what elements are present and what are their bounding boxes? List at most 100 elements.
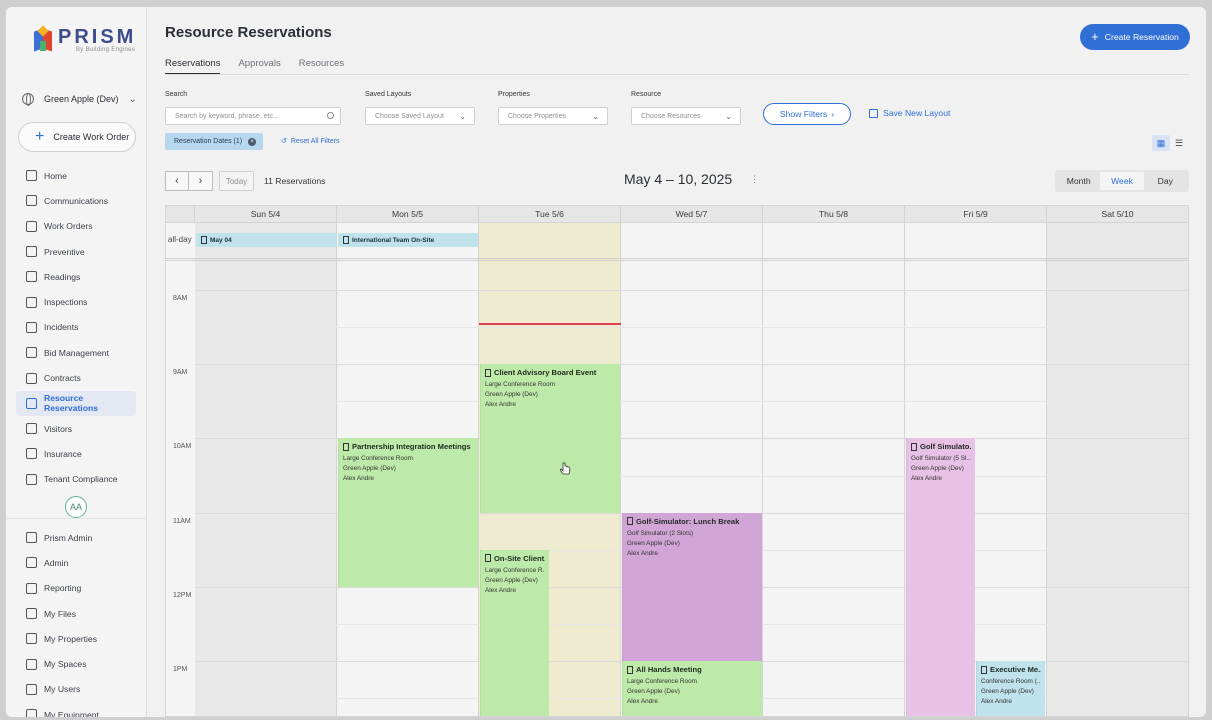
week-calendar: all-day Sun 5/4 Mon 5/5 Tue 5/6 Wed 5/7 Thu …	[165, 205, 1189, 717]
sidebar-item-home[interactable]: Home	[16, 163, 136, 188]
search-input[interactable]: Search by keyword, phrase, etc...	[165, 107, 341, 125]
sidebar-item-tenant-compliance[interactable]: Tenant Compliance	[16, 467, 136, 492]
home-icon	[26, 170, 37, 182]
day-column[interactable]	[763, 223, 905, 716]
tab-reservations[interactable]: Reservations	[165, 58, 221, 75]
sidebar-item-bid-management[interactable]: Bid Management	[16, 340, 136, 365]
page-title: Resource Reservations	[165, 24, 332, 41]
list-view-icon[interactable]: ☰	[1170, 135, 1188, 151]
chevron-left-icon[interactable]: ‹	[165, 171, 189, 191]
saved-layouts-select[interactable]: Choose Saved Layout ⌄	[365, 107, 475, 125]
building-icon	[343, 236, 349, 244]
property-selector[interactable]: Green Apple (Dev) ⌄	[22, 93, 137, 106]
search-icon	[327, 112, 334, 119]
search-label: Search	[165, 91, 188, 98]
day-column[interactable]	[1047, 223, 1188, 716]
tab-resources[interactable]: Resources	[299, 58, 344, 75]
day-view-button[interactable]: Day	[1144, 172, 1187, 190]
event-title-row: On-Site Client...	[485, 554, 545, 563]
calendar-view-icon[interactable]: ▦	[1152, 135, 1170, 151]
sidebar-item-insurance[interactable]: Insurance	[16, 441, 136, 466]
contract-icon	[26, 372, 37, 384]
close-icon[interactable]: ×	[248, 137, 257, 146]
sidebar-item-readings[interactable]: Readings	[16, 264, 136, 289]
sidebar-item-label: Bid Management	[44, 347, 109, 358]
properties-label: Properties	[498, 91, 530, 98]
sidebar-item-contracts[interactable]: Contracts	[16, 365, 136, 390]
create-reservation-label: Create Reservation	[1104, 32, 1179, 42]
properties-select[interactable]: Choose Properties ⌄	[498, 107, 608, 125]
sidebar-item-reporting[interactable]: Reporting	[16, 576, 136, 601]
event-property: Green Apple (Dev)	[343, 465, 396, 473]
save-new-layout-link[interactable]: Save New Layout	[869, 108, 950, 118]
sidebar-item-prism-admin[interactable]: Prism Admin	[16, 525, 136, 550]
sidebar-item-label: Resource Reservations	[44, 393, 98, 414]
reservation-event[interactable]: Golf Simulato... Golf Simulator (5 Sl... G…	[906, 438, 975, 716]
day-header: Mon 5/5	[337, 206, 479, 223]
building-icon	[485, 554, 491, 563]
create-work-order-label: Create Work Order	[53, 132, 130, 142]
brand-logo[interactable]: PRISM By Building Engines	[34, 25, 136, 53]
sidebar-item-my-files[interactable]: My Files	[16, 601, 136, 626]
calendar-corner	[166, 206, 195, 223]
event-title: International Team On-Site	[352, 236, 435, 244]
reservation-event[interactable]: Golf-Simulator: Lunch Break Golf Simulato…	[622, 512, 762, 661]
reservation-event[interactable]: Client Advisory Board Event Large Confere…	[480, 364, 620, 513]
tab-bar: Reservations Approvals Resources	[165, 58, 344, 75]
show-filters-button[interactable]: Show Filters ›	[763, 103, 851, 125]
building-icon	[981, 665, 987, 674]
sidebar-item-inspections[interactable]: Inspections	[16, 289, 136, 314]
reservation-dates-chip[interactable]: Reservation Dates (1) ×	[165, 133, 264, 150]
sidebar-item-label: My Spaces	[44, 659, 87, 670]
more-icon[interactable]: ⋮	[750, 174, 759, 185]
event-title-row: Partnership Integration Meetings	[343, 442, 474, 451]
reservation-event[interactable]: Executive Me... Conference Room (... Green…	[976, 661, 1045, 716]
week-view-button[interactable]: Week	[1100, 172, 1144, 190]
reservation-event[interactable]: On-Site Client... Large Conference R... Gr…	[480, 549, 549, 716]
all-day-event[interactable]: May 04	[196, 233, 336, 247]
sidebar-item-label: Admin	[44, 557, 69, 568]
day-column[interactable]	[195, 223, 337, 716]
saved-layouts-label: Saved Layouts	[365, 91, 412, 98]
building-icon	[627, 517, 633, 526]
sidebar-item-communications[interactable]: Communications	[16, 188, 136, 213]
sidebar-item-my-users[interactable]: My Users	[16, 677, 136, 702]
sidebar-item-admin[interactable]: Admin	[16, 550, 136, 575]
users-icon	[26, 683, 37, 695]
sidebar-item-incidents[interactable]: Incidents	[16, 315, 136, 340]
event-room: Large Conference Room	[485, 381, 555, 389]
sidebar-item-work-orders[interactable]: Work Orders	[16, 214, 136, 239]
reservation-event[interactable]: All Hands Meeting Large Conference Room Gr…	[622, 661, 762, 716]
resource-select[interactable]: Choose Resources ⌄	[631, 107, 741, 125]
all-day-event[interactable]: International Team On-Site	[338, 233, 478, 247]
tab-approvals[interactable]: Approvals	[238, 58, 280, 75]
resource-label: Resource	[631, 91, 661, 98]
reset-icon: ↺	[281, 138, 287, 145]
reservation-event[interactable]: Partnership Integration Meetings Large Co…	[338, 438, 478, 587]
sidebar-item-label: Tenant Compliance	[44, 474, 118, 485]
event-person: Alex Andre	[981, 698, 1012, 705]
create-reservation-button[interactable]: + Create Reservation	[1080, 24, 1190, 50]
sidebar-item-preventive[interactable]: Preventive	[16, 239, 136, 264]
event-property: Green Apple (Dev)	[911, 465, 964, 473]
sidebar-item-resource-reservations[interactable]: Resource Reservations	[16, 390, 136, 416]
sidebar-item-label: Home	[44, 170, 67, 181]
view-toggle: ▦ ☰	[1152, 135, 1188, 151]
event-person: Alex Andre	[485, 586, 516, 594]
sidebar-item-my-equipment[interactable]: My Equipment	[16, 702, 136, 717]
sidebar-item-my-spaces[interactable]: My Spaces	[16, 651, 136, 676]
month-view-button[interactable]: Month	[1057, 172, 1100, 190]
day-header: Wed 5/7	[621, 206, 763, 223]
reset-filters-link[interactable]: ↺ Reset All Filters	[281, 137, 340, 146]
sidebar-item-visitors[interactable]: Visitors	[16, 416, 136, 441]
event-title-row: Executive Me...	[981, 665, 1041, 674]
chevron-right-icon[interactable]: ›	[189, 171, 213, 191]
properties-value: Choose Properties	[508, 112, 566, 120]
today-button[interactable]: Today	[219, 171, 254, 191]
sidebar-item-my-properties[interactable]: My Properties	[16, 626, 136, 651]
create-work-order-button[interactable]: + Create Work Order	[18, 122, 136, 152]
event-title: On-Site Client...	[494, 553, 545, 563]
event-title-row: Golf Simulato...	[911, 442, 971, 451]
event-title: Golf Simulato...	[920, 442, 971, 452]
avatar[interactable]: AA	[65, 496, 87, 518]
